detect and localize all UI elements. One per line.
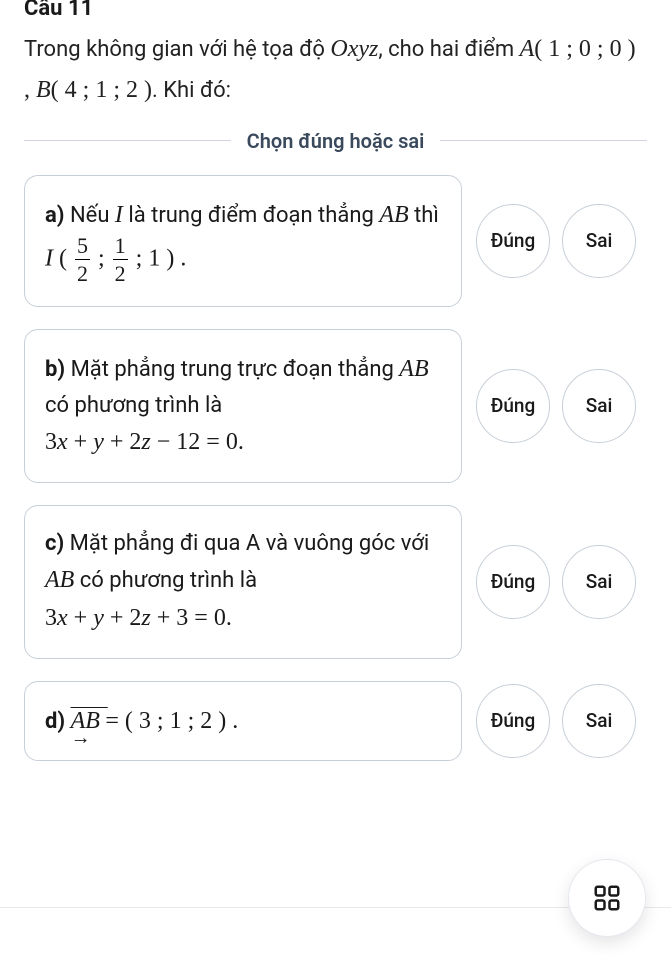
point-a-coords: ( 1 ; 0 ; 0 ) (534, 36, 635, 62)
space-name: Oxyz (330, 36, 378, 62)
option-b-mid: có phương trình là (45, 393, 222, 418)
option-d-vec: ——→ AB (71, 702, 100, 740)
grid-menu-button[interactable] (569, 860, 645, 936)
frac2-bar (113, 259, 128, 260)
option-a-one: 1 (148, 246, 160, 272)
divider-label: Chọn đúng hoặc sai (231, 129, 441, 153)
divider-line-left (24, 140, 231, 141)
option-b-pre: Mặt phẳng trung trực đoạn thẳng (65, 357, 399, 382)
option-c-eq: 3x + y + 2z + 3 = 0. (45, 606, 232, 631)
option-d-label: d) (45, 709, 65, 734)
option-a-mid1: là trung điểm đoạn thẳng (123, 203, 379, 228)
option-a-AB: AB (379, 202, 408, 228)
option-box-b: b) Mặt phẳng trung trực đoạn thẳng AB có… (24, 329, 462, 483)
option-row-c: c) Mặt phẳng đi qua A và vuông góc với A… (24, 505, 647, 659)
option-b-AB: AB (399, 356, 428, 382)
option-box-d: d) ——→ AB = ( 3 ; 1 ; 2 ) . (24, 681, 462, 761)
option-a-mid2: thì (409, 203, 439, 228)
true-button-d[interactable]: Đúng (476, 684, 550, 758)
point-b-coords: ( 4 ; 1 ; 2 ) (51, 77, 152, 103)
option-b-label: b) (45, 357, 65, 382)
option-row-b: b) Mặt phẳng trung trực đoạn thẳng AB có… (24, 329, 647, 483)
option-a-close: ) . (160, 246, 186, 272)
option-a-label: a) (45, 203, 65, 228)
option-b-buttons: Đúng Sai (476, 369, 636, 443)
option-a-semi1: ; (92, 246, 111, 272)
false-button-b[interactable]: Sai (562, 369, 636, 443)
option-c-buttons: Đúng Sai (476, 545, 636, 619)
divider: Chọn đúng hoặc sai (24, 129, 647, 153)
question-post: . Khi đó: (152, 78, 231, 103)
option-b-eq: 3x + y + 2z − 12 = 0. (45, 429, 244, 455)
false-button-d[interactable]: Sai (562, 684, 636, 758)
option-row-d: d) ——→ AB = ( 3 ; 1 ; 2 ) . Đúng Sai (24, 681, 647, 761)
divider-line-right (440, 140, 647, 141)
arrow-icon: ——→ (71, 690, 108, 754)
true-button-c[interactable]: Đúng (476, 545, 550, 619)
option-a-open: ( (53, 246, 73, 272)
frac1-num: 5 (75, 234, 90, 257)
grid-icon (592, 883, 622, 913)
option-box-a: a) Nếu I là trung điểm đoạn thẳng AB thì… (24, 175, 462, 307)
frac2-num: 1 (113, 234, 128, 257)
frac1-den: 2 (75, 262, 90, 285)
point-a-name: A (520, 36, 535, 62)
option-d-buttons: Đúng Sai (476, 684, 636, 758)
frac2-den: 2 (113, 262, 128, 285)
question-number: Câu 11 (24, 0, 647, 21)
option-a-buttons: Đúng Sai (476, 204, 636, 278)
false-button-a[interactable]: Sai (562, 204, 636, 278)
option-a-semi2: ; (130, 246, 149, 272)
option-d-eq: = ( 3 ; 1 ; 2 ) . (105, 708, 238, 734)
option-a-pre: Nếu (65, 203, 115, 228)
option-c-AB: AB (45, 567, 74, 593)
point-b-name: B (36, 77, 51, 103)
option-a-I2: I (45, 246, 53, 272)
true-button-a[interactable]: Đúng (476, 204, 550, 278)
option-a-frac1: 52 (75, 234, 90, 286)
option-row-a: a) Nếu I là trung điểm đoạn thẳng AB thì… (24, 175, 647, 307)
false-button-c[interactable]: Sai (562, 545, 636, 619)
question-text: Trong không gian với hệ tọa độ Oxyz, cho… (24, 29, 647, 111)
sep: , (24, 77, 36, 103)
option-a-I: I (115, 202, 123, 228)
option-c-mid: có phương trình là (74, 568, 257, 593)
question-mid: , cho hai điểm (378, 37, 519, 62)
true-button-b[interactable]: Đúng (476, 369, 550, 443)
option-c-pre: Mặt phẳng đi qua A và vuông góc với (64, 531, 429, 556)
frac1-bar (75, 259, 90, 260)
options-list: a) Nếu I là trung điểm đoạn thẳng AB thì… (24, 175, 647, 761)
option-a-frac2: 12 (113, 234, 128, 286)
question-pre: Trong không gian với hệ tọa độ (24, 37, 330, 62)
option-box-c: c) Mặt phẳng đi qua A và vuông góc với A… (24, 505, 462, 659)
option-c-label: c) (45, 531, 64, 556)
